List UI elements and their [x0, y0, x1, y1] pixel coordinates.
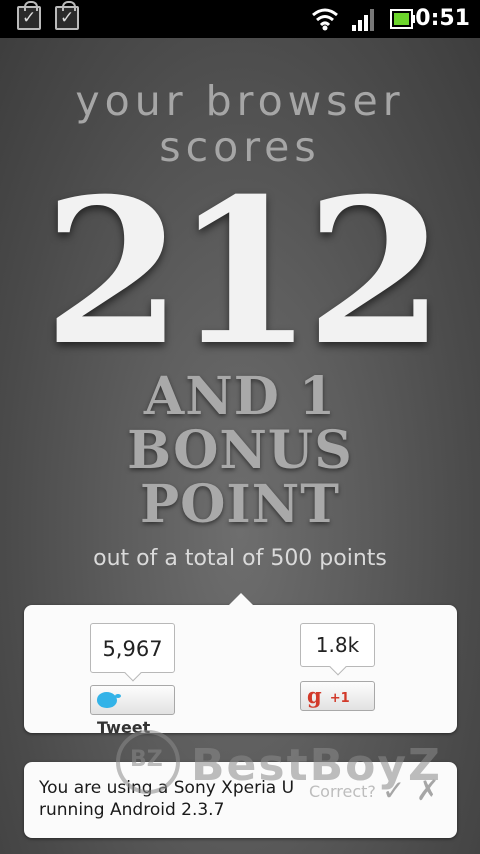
- bonus-line-1: AND 1: [143, 366, 337, 427]
- battery-icon: [390, 9, 415, 29]
- signal-icon: [352, 9, 374, 31]
- google-g-icon: g: [307, 683, 322, 708]
- score-value: 212: [43, 155, 444, 390]
- tweet-button-label: Tweet: [97, 718, 151, 737]
- bubble-tip: [329, 658, 346, 676]
- confirm-check-icon[interactable]: ✓: [382, 776, 410, 806]
- status-clock: 0:51: [415, 6, 470, 31]
- reject-x-icon[interactable]: ✗: [416, 776, 444, 806]
- tweet-button[interactable]: Tweet: [90, 685, 175, 737]
- twitter-bird-icon: [97, 692, 121, 708]
- device-info-line-2: running Android 2.3.7: [39, 800, 225, 820]
- status-bar: 0:51: [0, 0, 480, 38]
- google-plus-one-button[interactable]: g +1: [300, 681, 375, 711]
- device-info-line-1: You are using a Sony Xperia U: [39, 778, 295, 798]
- total-points-text: out of a total of 500 points: [93, 546, 387, 571]
- tweet-count-bubble: 5,967: [90, 623, 175, 682]
- gplus-button-label: +1: [329, 691, 350, 706]
- device-info-panel: You are using a Sony Xperia U running An…: [24, 762, 457, 838]
- headline-line-1: your browser: [75, 77, 405, 125]
- bonus-line-2: BONUS: [127, 420, 353, 481]
- device-info-text: You are using a Sony Xperia U running An…: [39, 777, 339, 821]
- gplus-count: 1.8k: [315, 633, 360, 657]
- shopping-bag-check-icon: [55, 1, 79, 30]
- gplus-count-bubble: 1.8k: [300, 623, 375, 676]
- bubble-tip: [124, 664, 141, 682]
- bonus-text: AND 1 BONUS POINT: [0, 370, 480, 532]
- correct-prompt: Correct?: [309, 782, 376, 801]
- wifi-icon: [312, 8, 338, 31]
- social-share-panel: 5,967 Tweet 1.8k g +1: [24, 593, 457, 737]
- shopping-bag-check-icon: [17, 1, 41, 30]
- panel-pointer: [229, 593, 253, 605]
- tweet-count: 5,967: [102, 637, 163, 661]
- bonus-line-3: POINT: [140, 474, 340, 535]
